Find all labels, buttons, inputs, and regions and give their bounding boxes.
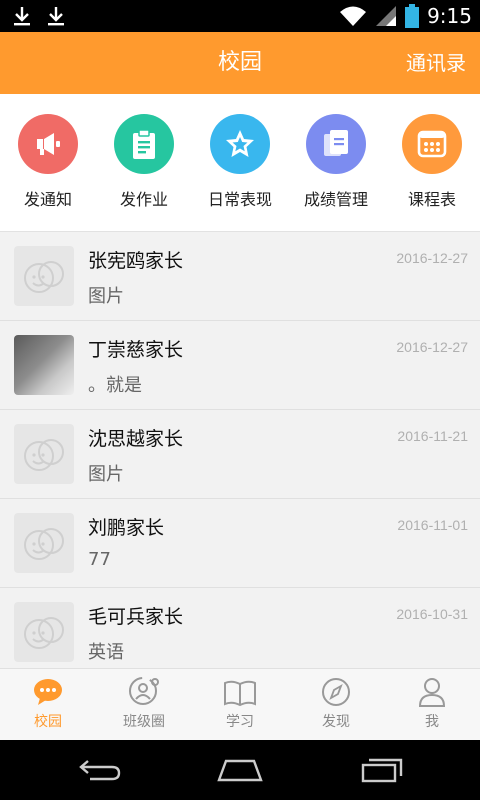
tab-discover[interactable]: 发现 xyxy=(288,669,384,741)
tab-class-circle[interactable]: 班级圈 xyxy=(96,669,192,741)
home-button[interactable] xyxy=(210,752,270,788)
quick-actions: 发通知 发作业 日常表现 成绩管理 课程表 xyxy=(0,94,480,232)
tab-label: 校园 xyxy=(34,714,62,730)
tab-label: 我 xyxy=(425,714,439,730)
download-icon xyxy=(48,7,64,26)
action-grade-management[interactable]: 成绩管理 xyxy=(288,114,384,210)
list-item[interactable]: 丁崇慈家长 。就是 2016-12-27 xyxy=(0,321,480,410)
tab-campus[interactable]: 校园 xyxy=(0,669,96,741)
book-icon xyxy=(224,680,256,707)
default-face-icon xyxy=(14,424,74,484)
notification-icons xyxy=(12,5,66,27)
default-face-icon xyxy=(14,513,74,573)
sender-name: 丁崇慈家长 xyxy=(88,339,184,361)
message-date: 2016-11-01 xyxy=(397,517,468,533)
clipboard-icon xyxy=(114,114,174,174)
message-preview: 。就是 xyxy=(88,375,142,396)
action-label: 发通知 xyxy=(23,190,72,209)
action-label: 成绩管理 xyxy=(303,190,368,209)
avatar-photo xyxy=(14,335,74,395)
person-icon xyxy=(418,678,446,707)
star-icon xyxy=(210,114,270,174)
back-arrow-icon xyxy=(79,760,121,781)
app-header: 校园 通讯录 xyxy=(0,32,480,94)
calendar-grid-icon xyxy=(402,114,462,174)
action-daily-performance[interactable]: 日常表现 xyxy=(192,114,288,210)
recent-apps-button[interactable] xyxy=(352,752,412,788)
system-nav-bar xyxy=(0,740,480,800)
bottom-tab-bar: 校园 班级圈 学习 发现 我 xyxy=(0,668,480,740)
signal-icon xyxy=(376,6,397,26)
clock: 9:15 xyxy=(427,4,472,28)
message-date: 2016-12-27 xyxy=(396,250,468,266)
list-item[interactable]: 沈思越家长 图片 2016-11-21 xyxy=(0,410,480,499)
message-preview: 77 xyxy=(88,549,111,570)
recent-apps-icon xyxy=(361,758,403,783)
tab-study[interactable]: 学习 xyxy=(192,669,288,741)
sender-name: 沈思越家长 xyxy=(88,428,184,450)
compass-icon xyxy=(322,678,350,706)
wifi-icon xyxy=(340,6,367,26)
contacts-button[interactable]: 通讯录 xyxy=(406,32,466,94)
status-bar: 9:15 xyxy=(0,0,480,32)
action-schedule[interactable]: 课程表 xyxy=(384,114,480,210)
sender-name: 张宪鸥家长 xyxy=(88,250,184,272)
list-item[interactable]: 刘鹏家长 77 2016-11-01 xyxy=(0,499,480,588)
tab-label: 班级圈 xyxy=(123,714,165,730)
message-preview: 英语 xyxy=(88,642,124,663)
document-icon xyxy=(306,114,366,174)
message-preview: 图片 xyxy=(88,286,124,307)
sender-name: 刘鹏家长 xyxy=(88,517,165,539)
message-list: 张宪鸥家长 图片 2016-12-27 丁崇慈家长 。就是 2016-12-27… xyxy=(0,232,480,668)
tab-label: 学习 xyxy=(226,714,254,730)
tab-label: 发现 xyxy=(322,714,350,730)
message-date: 2016-10-31 xyxy=(396,606,468,622)
tab-me[interactable]: 我 xyxy=(384,669,480,741)
class-circle-icon xyxy=(129,677,159,705)
sender-name: 毛可兵家长 xyxy=(88,606,184,628)
action-send-homework[interactable]: 发作业 xyxy=(96,114,192,210)
message-date: 2016-11-21 xyxy=(397,428,468,444)
megaphone-icon xyxy=(18,114,78,174)
download-icon xyxy=(14,7,30,26)
back-button[interactable] xyxy=(70,752,130,788)
default-face-icon xyxy=(14,246,74,306)
default-face-icon xyxy=(14,602,74,662)
chat-bubble-icon xyxy=(34,679,62,705)
message-preview: 图片 xyxy=(88,464,124,485)
list-item[interactable]: 毛可兵家长 英语 2016-10-31 xyxy=(0,588,480,668)
home-icon xyxy=(217,759,263,782)
battery-icon xyxy=(405,4,420,28)
action-label: 课程表 xyxy=(407,190,456,209)
list-item[interactable]: 张宪鸥家长 图片 2016-12-27 xyxy=(0,232,480,321)
action-label: 发作业 xyxy=(119,190,168,209)
message-date: 2016-12-27 xyxy=(396,339,468,355)
action-send-notice[interactable]: 发通知 xyxy=(0,114,96,210)
action-label: 日常表现 xyxy=(207,190,272,209)
